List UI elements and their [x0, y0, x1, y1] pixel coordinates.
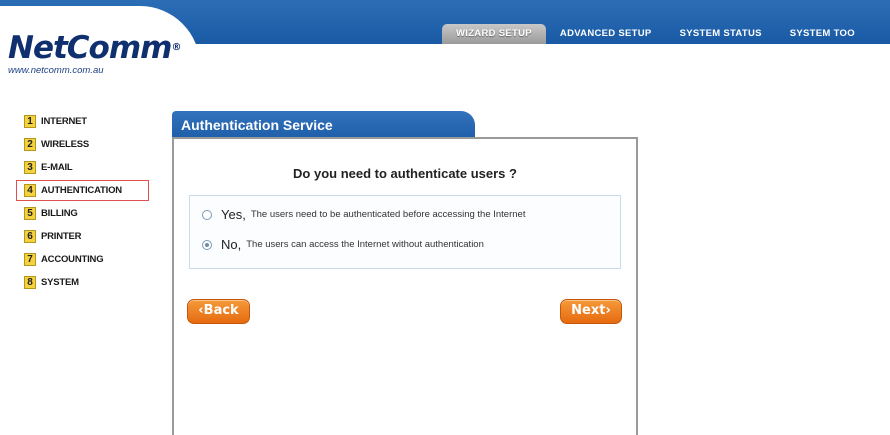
authentication-options-box: Yes, The users need to be authenticated … [189, 195, 621, 269]
option-no-description: The users can access the Internet withou… [246, 239, 484, 250]
option-yes[interactable]: Yes, The users need to be authenticated … [202, 207, 525, 222]
step-number-badge: 1 [24, 115, 36, 128]
option-no[interactable]: No, The users can access the Internet wi… [202, 237, 484, 252]
panel-title: Authentication Service [181, 117, 333, 133]
tab-system-tools[interactable]: SYSTEM TOO [776, 24, 869, 44]
tab-wizard-setup[interactable]: WIZARD SETUP [442, 24, 546, 44]
radio-yes[interactable] [202, 209, 212, 220]
sidebar-item-billing[interactable]: 5 BILLING [24, 202, 122, 225]
netcomm-logo: NetComm® www.netcomm.com.au [8, 30, 181, 76]
sidebar-item-label: INTERNET [41, 116, 87, 127]
radio-no[interactable] [202, 239, 212, 250]
authentication-panel: Do you need to authenticate users ? Yes,… [172, 137, 638, 435]
sidebar-item-authentication[interactable]: 4 AUTHENTICATION [16, 179, 149, 202]
sidebar-item-printer[interactable]: 6 PRINTER [24, 225, 122, 248]
sidebar-item-accounting[interactable]: 7 ACCOUNTING [24, 248, 122, 271]
logo-registered-mark: ® [171, 42, 181, 53]
sidebar-item-internet[interactable]: 1 INTERNET [24, 110, 122, 133]
logo-url: www.netcomm.com.au [8, 65, 104, 76]
logo-brand-text: NetComm [8, 30, 172, 66]
sidebar-item-label: ACCOUNTING [41, 254, 104, 265]
option-yes-description: The users need to be authenticated befor… [250, 209, 526, 220]
step-number-badge: 3 [24, 161, 36, 174]
back-button[interactable]: ‹Back [187, 299, 250, 324]
sidebar-item-label: PRINTER [41, 231, 82, 242]
sidebar-item-label: SYSTEM [41, 277, 79, 288]
sidebar-item-wireless[interactable]: 2 WIRELESS [24, 133, 122, 156]
step-number-badge: 6 [24, 230, 36, 243]
logo-brand: NetComm® [8, 30, 181, 66]
sidebar-item-label: E-MAIL [41, 162, 73, 173]
selected-step-highlight [16, 180, 149, 201]
sidebar-item-label: WIRELESS [41, 139, 90, 150]
authentication-question: Do you need to authenticate users ? [293, 166, 517, 181]
step-number-badge: 5 [24, 207, 36, 220]
sidebar-item-label: BILLING [41, 208, 78, 219]
option-yes-label: Yes, [221, 207, 246, 222]
next-button[interactable]: Next› [560, 299, 622, 324]
step-number-badge: 8 [24, 276, 36, 289]
step-number-badge: 2 [24, 138, 36, 151]
wizard-steps-sidebar: 1 INTERNET 2 WIRELESS 3 E-MAIL 4 AUTHENT… [16, 110, 149, 294]
sidebar-item-email[interactable]: 3 E-MAIL [24, 156, 122, 179]
step-number-badge: 7 [24, 253, 36, 266]
tab-advanced-setup[interactable]: ADVANCED SETUP [546, 24, 666, 44]
option-no-label: No, [221, 237, 242, 252]
main-nav-tabs: WIZARD SETUP ADVANCED SETUP SYSTEM STATU… [442, 24, 869, 44]
panel-tab-header: Authentication Service [172, 111, 475, 138]
tab-system-status[interactable]: SYSTEM STATUS [666, 24, 776, 44]
sidebar-item-system[interactable]: 8 SYSTEM [24, 271, 122, 294]
